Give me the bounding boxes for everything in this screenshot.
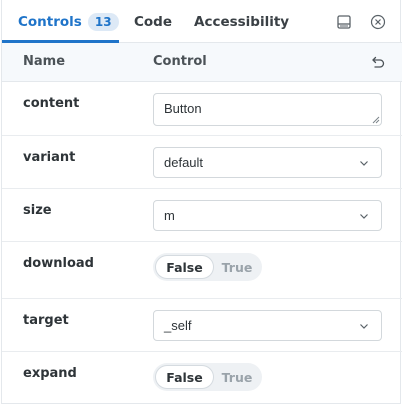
name-column-header: Name (23, 54, 66, 69)
controls-count-badge: 13 (87, 12, 119, 31)
table-row: content Button (2, 82, 402, 136)
row-label-download: download (23, 256, 94, 271)
tab-accessibility[interactable]: Accessibility (194, 0, 289, 43)
variant-select-value: default (164, 155, 204, 170)
chevron-down-icon (360, 214, 368, 219)
chevron-down-icon (360, 324, 368, 329)
table-row: download False True (2, 242, 402, 299)
resize-grip-icon[interactable] (372, 116, 380, 124)
expand-boolean-toggle[interactable]: False True (153, 363, 262, 391)
tab-bar: Controls 13 Code Accessibility (2, 0, 402, 43)
download-true-option[interactable]: True (215, 256, 259, 278)
table-row: variant default (2, 136, 402, 189)
table-row: target _self (2, 299, 402, 352)
control-column-header: Control (153, 54, 207, 69)
row-label-variant: variant (23, 150, 76, 165)
row-label-target: target (23, 313, 69, 328)
close-circle-icon[interactable] (368, 12, 388, 32)
target-select[interactable]: _self (153, 310, 382, 341)
table-header: Name Control (2, 43, 402, 82)
row-label-content: content (23, 96, 80, 111)
expand-false-option[interactable]: False (156, 366, 213, 388)
addon-panel: Controls 13 Code Accessibility Name Cont… (1, 0, 402, 404)
table-row: size m (2, 189, 402, 242)
content-textarea[interactable]: Button (153, 93, 382, 126)
chevron-down-icon (360, 161, 368, 166)
tab-code[interactable]: Code (134, 0, 172, 43)
row-label-size: size (23, 203, 52, 218)
download-boolean-toggle[interactable]: False True (153, 253, 262, 281)
row-label-expand: expand (23, 366, 77, 381)
undo-icon[interactable] (368, 53, 386, 71)
expand-true-option[interactable]: True (215, 366, 259, 388)
target-select-value: _self (164, 318, 192, 333)
tab-accessibility-label: Accessibility (194, 13, 290, 30)
tab-code-label: Code (134, 13, 173, 30)
tab-controls[interactable]: Controls 13 (18, 0, 119, 43)
variant-select[interactable]: default (153, 147, 382, 178)
size-select[interactable]: m (153, 200, 382, 231)
table-row: expand False True (2, 352, 402, 404)
panel-bottom-icon[interactable] (334, 12, 354, 32)
download-false-option[interactable]: False (156, 256, 213, 278)
size-select-value: m (164, 208, 175, 223)
tab-controls-label: Controls (18, 13, 82, 30)
